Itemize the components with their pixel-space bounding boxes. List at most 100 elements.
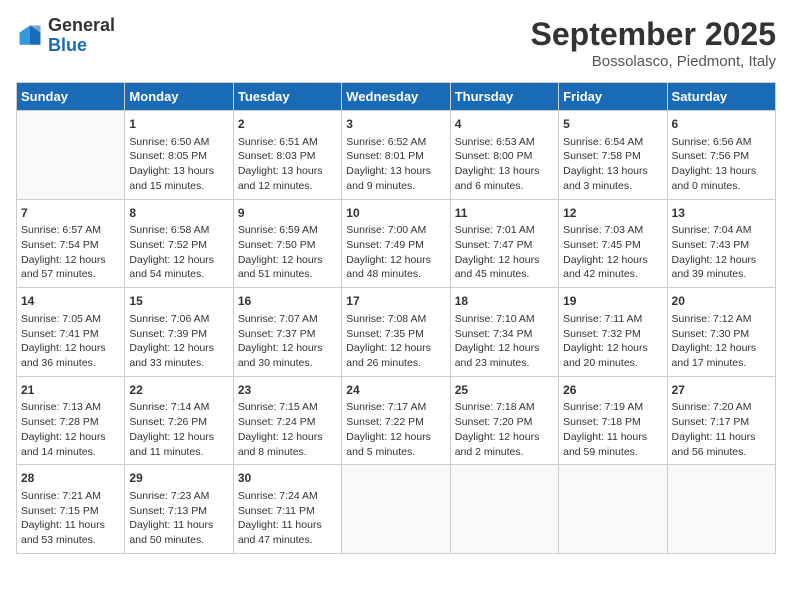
- calendar-day-cell: 9Sunrise: 6:59 AM Sunset: 7:50 PM Daylig…: [233, 199, 341, 288]
- calendar-day-cell: 30Sunrise: 7:24 AM Sunset: 7:11 PM Dayli…: [233, 465, 341, 554]
- day-number: 9: [238, 205, 337, 222]
- day-info: Sunrise: 7:08 AM Sunset: 7:35 PM Dayligh…: [346, 312, 445, 371]
- day-number: 2: [238, 116, 337, 133]
- calendar-day-cell: 23Sunrise: 7:15 AM Sunset: 7:24 PM Dayli…: [233, 376, 341, 465]
- calendar-week-row: 14 Sunrise: 7:05 AM Sunset: 7:41 PM Dayli…: [17, 288, 776, 377]
- day-number: 14: [21, 293, 120, 310]
- calendar-day-cell: 16 Sunrise: 7:07 AM Sunset: 7:37 PM Dayli…: [233, 288, 341, 377]
- day-number: 4: [455, 116, 554, 133]
- day-info: Sunrise: 6:52 AM Sunset: 8:01 PM Dayligh…: [346, 135, 445, 194]
- day-number: 23: [238, 382, 337, 399]
- page-header: General Blue September 2025 Bossolasco, …: [16, 16, 776, 70]
- day-info: Sunrise: 7:03 AM Sunset: 7:45 PM Dayligh…: [563, 223, 662, 282]
- day-number: 29: [129, 470, 228, 487]
- day-info: Sunrise: 7:15 AM Sunset: 7:24 PM Dayligh…: [238, 400, 337, 459]
- day-info: Sunrise: 7:19 AM Sunset: 7:18 PM Dayligh…: [563, 400, 662, 459]
- day-number: 21: [21, 382, 120, 399]
- calendar-day-cell: 7Sunrise: 6:57 AM Sunset: 7:54 PM Daylig…: [17, 199, 125, 288]
- weekday-header: Tuesday: [233, 83, 341, 111]
- day-number: 3: [346, 116, 445, 133]
- location: Bossolasco, Piedmont, Italy: [531, 53, 776, 70]
- calendar-day-cell: 4 Sunrise: 6:53 AM Sunset: 8:00 PM Daylig…: [450, 111, 558, 200]
- day-info: Sunrise: 7:18 AM Sunset: 7:20 PM Dayligh…: [455, 400, 554, 459]
- logo: General Blue: [16, 16, 115, 56]
- calendar-day-cell: 21Sunrise: 7:13 AM Sunset: 7:28 PM Dayli…: [17, 376, 125, 465]
- calendar-day-cell: 6 Sunrise: 6:56 AM Sunset: 7:56 PM Daylig…: [667, 111, 775, 200]
- calendar-day-cell: 20 Sunrise: 7:12 AM Sunset: 7:30 PM Dayli…: [667, 288, 775, 377]
- day-info: Sunrise: 6:51 AM Sunset: 8:03 PM Dayligh…: [238, 135, 337, 194]
- day-number: 7: [21, 205, 120, 222]
- calendar-day-cell: [17, 111, 125, 200]
- day-info: Sunrise: 7:13 AM Sunset: 7:28 PM Dayligh…: [21, 400, 120, 459]
- calendar-day-cell: 10Sunrise: 7:00 AM Sunset: 7:49 PM Dayli…: [342, 199, 450, 288]
- calendar-day-cell: 5Sunrise: 6:54 AM Sunset: 7:58 PM Daylig…: [559, 111, 667, 200]
- weekday-header-row: SundayMondayTuesdayWednesdayThursdayFrid…: [17, 83, 776, 111]
- day-number: 10: [346, 205, 445, 222]
- day-info: Sunrise: 7:04 AM Sunset: 7:43 PM Dayligh…: [672, 223, 771, 282]
- calendar-day-cell: 27Sunrise: 7:20 AM Sunset: 7:17 PM Dayli…: [667, 376, 775, 465]
- day-info: Sunrise: 7:24 AM Sunset: 7:11 PM Dayligh…: [238, 489, 337, 548]
- day-info: Sunrise: 7:21 AM Sunset: 7:15 PM Dayligh…: [21, 489, 120, 548]
- day-info: Sunrise: 7:07 AM Sunset: 7:37 PM Dayligh…: [238, 312, 337, 371]
- day-info: Sunrise: 6:56 AM Sunset: 7:56 PM Dayligh…: [672, 135, 771, 194]
- day-number: 20: [672, 293, 771, 310]
- calendar-week-row: 1 Sunrise: 6:50 AM Sunset: 8:05 PM Daylig…: [17, 111, 776, 200]
- day-number: 15: [129, 293, 228, 310]
- logo-icon: [16, 22, 44, 50]
- day-info: Sunrise: 7:10 AM Sunset: 7:34 PM Dayligh…: [455, 312, 554, 371]
- calendar-day-cell: [450, 465, 558, 554]
- day-number: 25: [455, 382, 554, 399]
- calendar-week-row: 7Sunrise: 6:57 AM Sunset: 7:54 PM Daylig…: [17, 199, 776, 288]
- month-title: September 2025: [531, 16, 776, 53]
- calendar-week-row: 28Sunrise: 7:21 AM Sunset: 7:15 PM Dayli…: [17, 465, 776, 554]
- calendar-day-cell: 24Sunrise: 7:17 AM Sunset: 7:22 PM Dayli…: [342, 376, 450, 465]
- calendar-day-cell: 12Sunrise: 7:03 AM Sunset: 7:45 PM Dayli…: [559, 199, 667, 288]
- calendar-day-cell: 2 Sunrise: 6:51 AM Sunset: 8:03 PM Daylig…: [233, 111, 341, 200]
- day-number: 6: [672, 116, 771, 133]
- calendar-day-cell: [342, 465, 450, 554]
- calendar-day-cell: 17 Sunrise: 7:08 AM Sunset: 7:35 PM Dayli…: [342, 288, 450, 377]
- day-info: Sunrise: 6:59 AM Sunset: 7:50 PM Dayligh…: [238, 223, 337, 282]
- day-info: Sunrise: 7:00 AM Sunset: 7:49 PM Dayligh…: [346, 223, 445, 282]
- calendar-day-cell: 25Sunrise: 7:18 AM Sunset: 7:20 PM Dayli…: [450, 376, 558, 465]
- day-info: Sunrise: 7:23 AM Sunset: 7:13 PM Dayligh…: [129, 489, 228, 548]
- weekday-header: Wednesday: [342, 83, 450, 111]
- day-info: Sunrise: 6:53 AM Sunset: 8:00 PM Dayligh…: [455, 135, 554, 194]
- calendar-day-cell: 3 Sunrise: 6:52 AM Sunset: 8:01 PM Daylig…: [342, 111, 450, 200]
- day-number: 17: [346, 293, 445, 310]
- day-number: 1: [129, 116, 228, 133]
- day-number: 27: [672, 382, 771, 399]
- day-info: Sunrise: 7:12 AM Sunset: 7:30 PM Dayligh…: [672, 312, 771, 371]
- day-info: Sunrise: 7:14 AM Sunset: 7:26 PM Dayligh…: [129, 400, 228, 459]
- day-number: 18: [455, 293, 554, 310]
- day-number: 22: [129, 382, 228, 399]
- day-number: 24: [346, 382, 445, 399]
- weekday-header: Thursday: [450, 83, 558, 111]
- day-number: 16: [238, 293, 337, 310]
- calendar-day-cell: 14 Sunrise: 7:05 AM Sunset: 7:41 PM Dayli…: [17, 288, 125, 377]
- title-block: September 2025 Bossolasco, Piedmont, Ita…: [531, 16, 776, 70]
- day-info: Sunrise: 6:54 AM Sunset: 7:58 PM Dayligh…: [563, 135, 662, 194]
- day-info: Sunrise: 7:11 AM Sunset: 7:32 PM Dayligh…: [563, 312, 662, 371]
- logo-line2: Blue: [48, 36, 115, 56]
- weekday-header: Sunday: [17, 83, 125, 111]
- weekday-header: Saturday: [667, 83, 775, 111]
- day-number: 11: [455, 205, 554, 222]
- calendar-day-cell: 26Sunrise: 7:19 AM Sunset: 7:18 PM Dayli…: [559, 376, 667, 465]
- calendar-day-cell: 29 Sunrise: 7:23 AM Sunset: 7:13 PM Dayli…: [125, 465, 233, 554]
- calendar-day-cell: [559, 465, 667, 554]
- calendar-day-cell: [667, 465, 775, 554]
- day-info: Sunrise: 7:17 AM Sunset: 7:22 PM Dayligh…: [346, 400, 445, 459]
- day-info: Sunrise: 7:01 AM Sunset: 7:47 PM Dayligh…: [455, 223, 554, 282]
- day-number: 19: [563, 293, 662, 310]
- weekday-header: Friday: [559, 83, 667, 111]
- day-number: 8: [129, 205, 228, 222]
- calendar-day-cell: 18 Sunrise: 7:10 AM Sunset: 7:34 PM Dayli…: [450, 288, 558, 377]
- day-number: 13: [672, 205, 771, 222]
- weekday-header: Monday: [125, 83, 233, 111]
- calendar-table: SundayMondayTuesdayWednesdayThursdayFrid…: [16, 82, 776, 554]
- calendar-day-cell: 13Sunrise: 7:04 AM Sunset: 7:43 PM Dayli…: [667, 199, 775, 288]
- day-info: Sunrise: 6:50 AM Sunset: 8:05 PM Dayligh…: [129, 135, 228, 194]
- day-info: Sunrise: 7:05 AM Sunset: 7:41 PM Dayligh…: [21, 312, 120, 371]
- calendar-day-cell: 15Sunrise: 7:06 AM Sunset: 7:39 PM Dayli…: [125, 288, 233, 377]
